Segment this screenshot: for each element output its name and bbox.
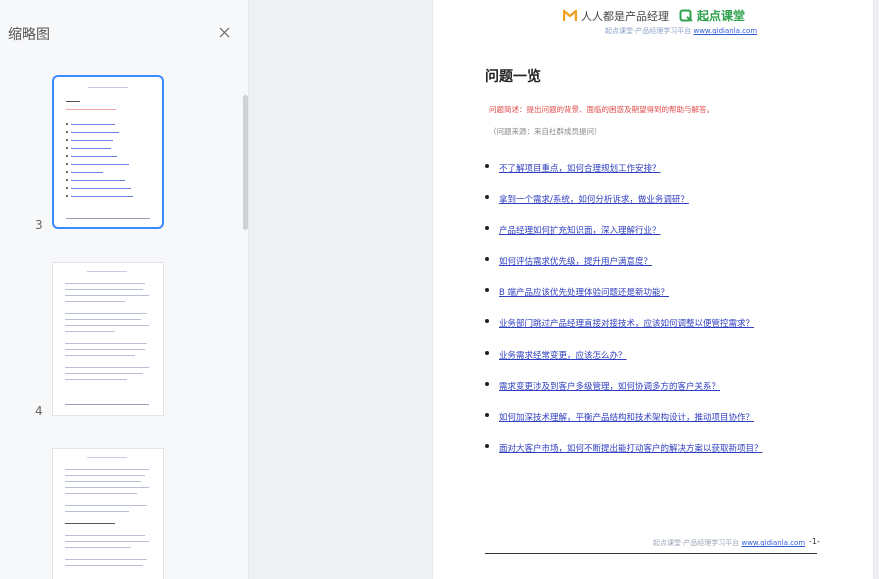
page-header-brand: 人人都是产品经理 起点课堂 — [563, 7, 745, 24]
page-title: 问题一览 — [485, 69, 541, 85]
list-item: 业务需求经常变更，应该怎么办？ — [485, 349, 763, 380]
page-header-subtitle: 起点课堂·产品经理学习平台 www.qidianla.com — [605, 26, 757, 36]
bullet — [485, 412, 489, 417]
bullet — [485, 164, 489, 168]
question-link[interactable]: 需求变更涉及到客户多级管理，如何协调多方的客户关系？ — [499, 382, 720, 392]
list-item: 如何加深技术理解，平衡产品结构和技术架构设计，推动项目协作？ — [485, 411, 763, 442]
brand-q-logo-icon — [679, 9, 693, 22]
brand-m-logo-icon — [563, 9, 577, 21]
thumbnail-page-3[interactable] — [52, 75, 164, 229]
footer-link[interactable]: www.qidianla.com — [741, 539, 805, 547]
question-link[interactable]: 面对大客户市场，如何不断提出能打动客户的解决方案以获取新项目？ — [499, 444, 763, 454]
bullet — [485, 319, 489, 324]
thumbnail-page-label: 4 — [35, 404, 43, 418]
bullet — [485, 288, 489, 293]
page-number: -1- — [809, 537, 820, 546]
list-item: 需求变更涉及到客户多级管理，如何协调多方的客户关系？ — [485, 380, 763, 411]
header-link[interactable]: www.qidianla.com — [693, 27, 757, 35]
question-list: 不了解项目重点，如何合理规划工作安排？ 拿到一个需求/系统，如何分析诉求，做业务… — [485, 162, 763, 473]
footer-divider — [485, 553, 817, 554]
question-link[interactable]: 如何评估需求优先级，提升用户满意度？ — [499, 257, 652, 267]
thumbnail-page-5[interactable] — [52, 448, 164, 579]
list-item: 面对大客户市场，如何不断提出能打动客户的解决方案以获取新项目？ — [485, 442, 763, 473]
bullet — [485, 257, 489, 262]
document-page: 人人都是产品经理 起点课堂 起点课堂·产品经理学习平台 www.qidianla… — [433, 0, 873, 579]
bullet — [485, 443, 489, 448]
question-link[interactable]: B 端产品应该优先处理体验问题还是新功能？ — [499, 288, 669, 298]
list-item: 产品经理如何扩充知识面，深入理解行业？ — [485, 224, 763, 255]
header-sub-text: 起点课堂·产品经理学习平台 — [605, 27, 692, 35]
bullet — [485, 381, 489, 386]
close-icon — [219, 27, 229, 37]
question-link[interactable]: 不了解项目重点，如何合理规划工作安排？ — [499, 164, 661, 174]
sidebar-title: 缩略图 — [8, 27, 50, 43]
page-footer: 起点课堂·产品经理学习平台 www.qidianla.com — [653, 538, 805, 548]
brand-left-text: 人人都是产品经理 — [581, 9, 669, 23]
list-item: B 端产品应该优先处理体验问题还是新功能？ — [485, 286, 763, 317]
list-item: 拿到一个需求/系统，如何分析诉求，做业务调研？ — [485, 193, 763, 224]
list-item: 业务部门跳过产品经理直接对接技术，应该如何调整以便管控需求？ — [485, 317, 763, 348]
question-link[interactable]: 产品经理如何扩充知识面，深入理解行业？ — [499, 226, 661, 236]
bullet — [485, 226, 489, 231]
brand-right-text: 起点课堂 — [697, 9, 746, 23]
thumbnail-page-4[interactable] — [52, 262, 164, 416]
thumbnail-page-label: 3 — [35, 218, 43, 232]
question-link[interactable]: 业务部门跳过产品经理直接对接技术，应该如何调整以便管控需求？ — [499, 319, 754, 329]
close-sidebar-button[interactable] — [216, 24, 232, 40]
question-link[interactable]: 拿到一个需求/系统，如何分析诉求，做业务调研？ — [499, 195, 689, 205]
footer-text: 起点课堂·产品经理学习平台 — [653, 539, 740, 547]
sidebar-scrollbar[interactable] — [243, 95, 248, 230]
list-item: 不了解项目重点，如何合理规划工作安排？ — [485, 162, 763, 193]
bullet — [485, 350, 489, 355]
question-link[interactable]: 业务需求经常变更，应该怎么办？ — [499, 351, 627, 361]
red-note: 问题简述：提出问题的背景、面临的困惑及期望得到的帮助与解答。 — [489, 105, 714, 114]
thumbnail-sidebar: 缩略图 3 4 — [0, 0, 249, 579]
list-item: 如何评估需求优先级，提升用户满意度？ — [485, 255, 763, 286]
question-link[interactable]: 如何加深技术理解，平衡产品结构和技术架构设计，推动项目协作？ — [499, 413, 754, 423]
gray-note: （问题来源：来自社群成员提问） — [489, 127, 602, 136]
bullet — [485, 195, 489, 200]
